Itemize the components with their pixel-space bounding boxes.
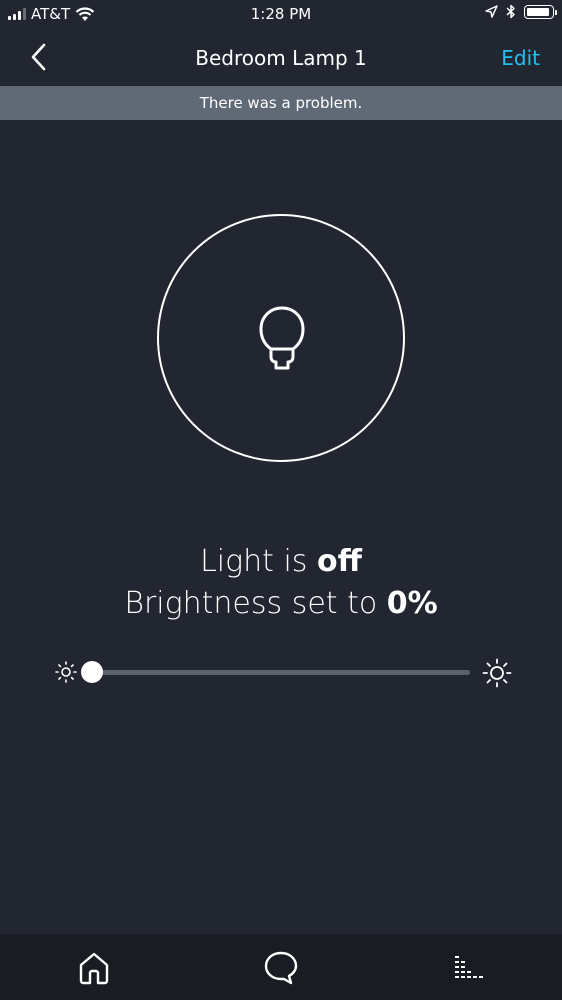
bottom-tab-bar [0, 934, 562, 1000]
tab-communicate[interactable] [261, 948, 301, 988]
page-title: Bedroom Lamp 1 [195, 46, 367, 70]
light-toggle-button[interactable] [157, 214, 405, 462]
error-banner: There was a problem. [0, 86, 562, 120]
edit-button[interactable]: Edit [501, 46, 540, 70]
light-status-text: Light is off [0, 544, 562, 579]
light-status-prefix: Light is [200, 544, 317, 579]
brightness-slider-thumb[interactable] [81, 661, 103, 683]
tab-activity[interactable] [450, 948, 490, 988]
nav-bar: Bedroom Lamp 1 Edit [0, 30, 562, 86]
location-arrow-icon [485, 5, 498, 18]
status-time: 1:28 PM [250, 5, 312, 23]
tab-home[interactable] [74, 948, 114, 988]
brightness-status-text: Brightness set to 0% [0, 586, 562, 621]
light-bulb-icon [259, 306, 305, 370]
light-state-value: off [316, 544, 362, 579]
brightness-value: 0% [386, 586, 438, 621]
bluetooth-icon [506, 4, 515, 19]
brightness-prefix: Brightness set to [124, 586, 387, 621]
chat-bubble-icon [264, 951, 298, 985]
status-bar: AT&T 1:28 PM [0, 0, 562, 30]
sun-bright-icon [482, 658, 512, 688]
equalizer-icon [455, 956, 483, 978]
battery-icon [524, 4, 557, 19]
brightness-slider[interactable] [81, 661, 470, 683]
sun-dim-icon [55, 661, 77, 683]
home-icon [79, 952, 109, 985]
status-right [485, 4, 557, 19]
